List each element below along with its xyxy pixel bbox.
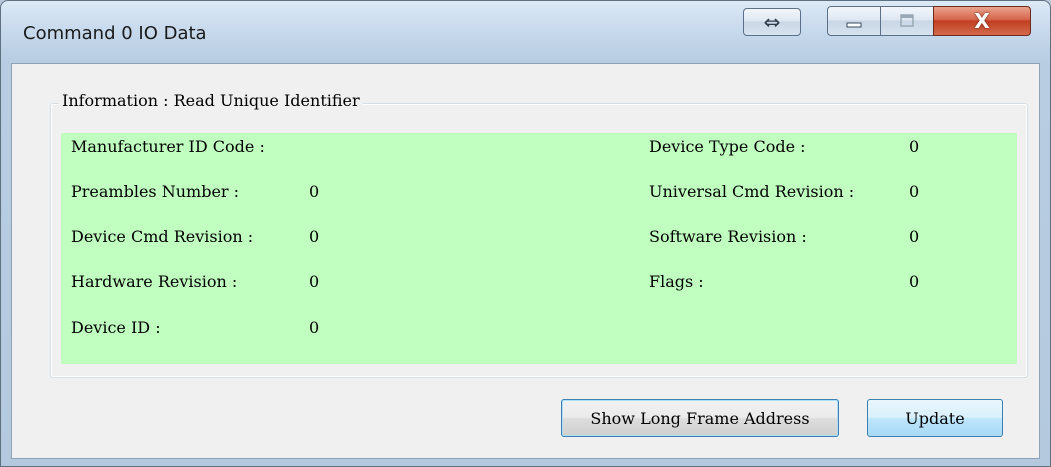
flags-value: 0 <box>909 272 920 291</box>
show-long-frame-address-button[interactable]: Show Long Frame Address <box>561 399 839 437</box>
groupbox-legend: Information : Read Unique Identifier <box>59 91 363 110</box>
resize-toggle-button[interactable]: ⇔ <box>743 8 801 36</box>
hardware-revision-label: Hardware Revision : <box>71 272 238 291</box>
close-button[interactable]: X <box>933 6 1031 36</box>
device-cmd-revision-label: Device Cmd Revision : <box>71 227 254 246</box>
device-id-value: 0 <box>309 318 320 337</box>
universal-cmd-revision-value: 0 <box>909 182 920 201</box>
dialog-client-area: Information : Read Unique Identifier Man… <box>11 63 1040 459</box>
hardware-revision-value: 0 <box>309 272 320 291</box>
minimize-icon <box>846 22 862 28</box>
maximize-button[interactable] <box>880 6 934 36</box>
app-window: Command 0 IO Data ⇔ X Information : Read… <box>0 0 1051 467</box>
info-panel: Manufacturer ID Code : Device Type Code … <box>61 133 1017 364</box>
title-bar[interactable]: Command 0 IO Data ⇔ X <box>1 1 1050 63</box>
universal-cmd-revision-label: Universal Cmd Revision : <box>649 182 855 201</box>
flags-label: Flags : <box>649 272 704 291</box>
software-revision-value: 0 <box>909 227 920 246</box>
device-id-label: Device ID : <box>71 318 161 337</box>
information-groupbox: Information : Read Unique Identifier Man… <box>50 91 1028 378</box>
close-icon: X <box>974 9 990 33</box>
update-button[interactable]: Update <box>867 399 1003 437</box>
device-type-code-value: 0 <box>909 137 920 156</box>
manufacturer-id-code-label: Manufacturer ID Code : <box>71 137 265 156</box>
device-type-code-label: Device Type Code : <box>649 137 806 156</box>
software-revision-label: Software Revision : <box>649 227 807 246</box>
preambles-number-value: 0 <box>309 182 320 201</box>
device-cmd-revision-value: 0 <box>309 227 320 246</box>
preambles-number-label: Preambles Number : <box>71 182 240 201</box>
window-title: Command 0 IO Data <box>23 23 207 44</box>
resize-arrows-icon: ⇔ <box>763 10 781 34</box>
minimize-button[interactable] <box>827 6 881 36</box>
maximize-icon <box>900 14 914 27</box>
